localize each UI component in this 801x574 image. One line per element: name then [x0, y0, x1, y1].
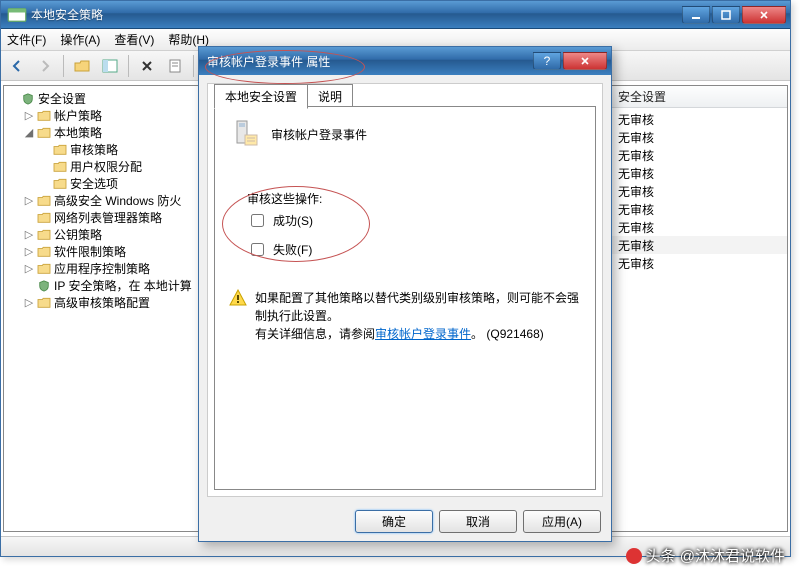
- menu-file[interactable]: 文件(F): [7, 31, 46, 48]
- properties-button[interactable]: [163, 54, 187, 78]
- tree-item-label[interactable]: 帐户策略: [54, 107, 102, 124]
- shield-icon: [20, 92, 36, 106]
- tree-expander[interactable]: [38, 144, 52, 156]
- minimize-button[interactable]: [682, 6, 710, 24]
- tab-local-security[interactable]: 本地安全设置: [214, 84, 308, 109]
- ok-button[interactable]: 确定: [355, 510, 433, 533]
- checkbox-success[interactable]: [251, 214, 264, 227]
- folder-icon: [36, 279, 52, 293]
- tree-item-label[interactable]: 审核策略: [70, 141, 118, 158]
- folder-icon: [36, 296, 52, 310]
- window-title: 本地安全策略: [31, 6, 682, 23]
- list-cell: 无审核: [612, 165, 660, 182]
- list-cell: 无审核: [612, 255, 660, 272]
- list-cell: 无审核: [612, 237, 660, 254]
- properties-dialog: 审核帐户登录事件 属性 ? 本地安全设置 说明 审核帐户登录事件 审核这些操作:…: [198, 46, 612, 542]
- dialog-titlebar[interactable]: 审核帐户登录事件 属性 ?: [199, 47, 611, 75]
- tree-item-label[interactable]: 安全选项: [70, 175, 118, 192]
- list-cell: 无审核: [612, 129, 660, 146]
- list-cell: 无审核: [612, 147, 660, 164]
- warning-icon: [229, 289, 247, 307]
- up-button[interactable]: [70, 54, 94, 78]
- tree-expander[interactable]: ▷: [22, 245, 36, 258]
- menu-view[interactable]: 查看(V): [114, 31, 154, 48]
- column-security-setting[interactable]: 安全设置: [612, 88, 672, 105]
- folder-icon: [36, 262, 52, 276]
- apply-button[interactable]: 应用(A): [523, 510, 601, 533]
- tree-expander[interactable]: ▷: [22, 109, 36, 122]
- tree-item-label[interactable]: 高级安全 Windows 防火: [54, 192, 181, 209]
- tree-expander[interactable]: [38, 161, 52, 173]
- server-icon: [229, 117, 261, 152]
- titlebar[interactable]: 本地安全策略: [1, 1, 790, 29]
- tree-expander[interactable]: [38, 178, 52, 190]
- folder-icon: [52, 143, 68, 157]
- forward-button[interactable]: [33, 54, 57, 78]
- dialog-close-button[interactable]: [563, 52, 607, 70]
- folder-icon: [36, 228, 52, 242]
- tree-expander[interactable]: ▷: [22, 228, 36, 241]
- checkbox-failure-label: 失败(F): [273, 241, 312, 258]
- tree-root-label[interactable]: 安全设置: [38, 90, 86, 107]
- tree-item-label[interactable]: 高级审核策略配置: [54, 294, 150, 311]
- event-title: 审核帐户登录事件: [271, 126, 367, 143]
- folder-icon: [52, 177, 68, 191]
- folder-icon: [36, 245, 52, 259]
- tree-expander[interactable]: ▷: [22, 296, 36, 309]
- info-link[interactable]: 审核帐户登录事件: [375, 327, 471, 341]
- show-hide-tree-button[interactable]: [98, 54, 122, 78]
- dialog-help-button[interactable]: ?: [533, 52, 561, 70]
- app-icon: [7, 5, 27, 25]
- tree-item-label[interactable]: 用户权限分配: [70, 158, 142, 175]
- list-cell: 无审核: [612, 201, 660, 218]
- info-text: 如果配置了其他策略以替代类别级别审核策略，则可能不会强制执行此设置。 有关详细信…: [255, 289, 581, 343]
- folder-icon: [36, 194, 52, 208]
- cancel-button[interactable]: 取消: [439, 510, 517, 533]
- folder-icon: [52, 160, 68, 174]
- tree-item-label[interactable]: 软件限制策略: [54, 243, 126, 260]
- list-cell: 无审核: [612, 183, 660, 200]
- audit-label: 审核这些操作:: [247, 190, 581, 207]
- tree-expander[interactable]: ◢: [22, 126, 36, 139]
- delete-button[interactable]: [135, 54, 159, 78]
- tree-expander[interactable]: ▷: [22, 194, 36, 207]
- folder-icon: [36, 211, 52, 225]
- checkbox-success-label: 成功(S): [273, 212, 313, 229]
- tree-item-label[interactable]: IP 安全策略，在 本地计算: [54, 277, 192, 294]
- tree-expander[interactable]: ▷: [22, 262, 36, 275]
- list-cell: 无审核: [612, 219, 660, 236]
- tree-expander[interactable]: [22, 212, 36, 224]
- tree-item-label[interactable]: 应用程序控制策略: [54, 260, 150, 277]
- tree-item-label[interactable]: 公钥策略: [54, 226, 102, 243]
- dialog-title: 审核帐户登录事件 属性: [207, 53, 533, 70]
- watermark-logo-icon: [626, 548, 642, 564]
- watermark: 头条 @沐沐君说软件: [626, 545, 785, 566]
- tree-expander[interactable]: [22, 280, 36, 292]
- tree-item-label[interactable]: 本地策略: [54, 124, 102, 141]
- checkbox-failure[interactable]: [251, 243, 264, 256]
- tree-item-label[interactable]: 网络列表管理器策略: [54, 209, 162, 226]
- tree-pane[interactable]: 安全设置▷帐户策略◢本地策略 审核策略 用户权限分配 安全选项▷高级安全 Win…: [3, 85, 199, 532]
- checkbox-success-row[interactable]: 成功(S): [247, 211, 581, 230]
- close-button[interactable]: [742, 6, 786, 24]
- list-cell: 无审核: [612, 111, 660, 128]
- back-button[interactable]: [5, 54, 29, 78]
- folder-icon: [36, 109, 52, 123]
- folder-icon: [36, 126, 52, 140]
- maximize-button[interactable]: [712, 6, 740, 24]
- checkbox-failure-row[interactable]: 失败(F): [247, 240, 581, 259]
- menu-action[interactable]: 操作(A): [60, 31, 100, 48]
